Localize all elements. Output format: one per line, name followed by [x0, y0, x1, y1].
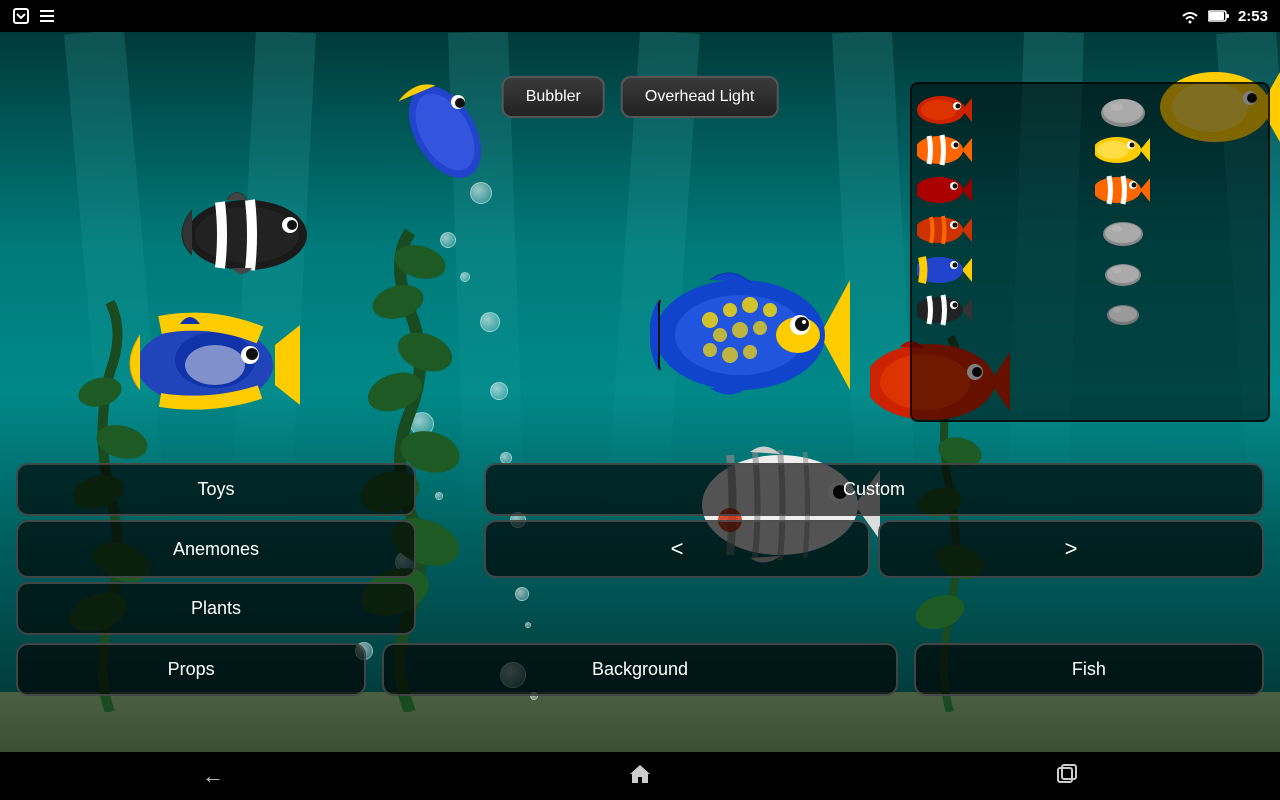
time-display: 2:53 — [1238, 8, 1268, 25]
fish-tropical-large — [650, 260, 850, 410]
fish-option-blue-yellow[interactable] — [917, 252, 972, 288]
fish-option-dark-red[interactable] — [917, 172, 972, 208]
menu-row-3: Plants — [16, 582, 1264, 635]
menu-row-bottom: Props Background Fish — [16, 643, 1264, 696]
bubbler-button[interactable]: Bubbler — [502, 76, 605, 118]
toys-button[interactable]: Toys — [16, 463, 416, 516]
nav-bar: ← — [0, 752, 1280, 800]
bottom-menu: Toys Custom Anemones < > Plants Props Ba… — [0, 484, 1280, 704]
fish-option-stone4[interactable] — [1095, 292, 1150, 328]
fish-option-stone1[interactable] — [1095, 92, 1150, 128]
background-button[interactable]: Background — [382, 643, 897, 696]
wifi-icon — [1180, 8, 1200, 24]
fish-option-stone2[interactable] — [1095, 212, 1150, 248]
fish-option-red-tropical[interactable] — [917, 92, 972, 128]
aquarium-background: Bubbler Overhead Light Toys Custom Anemo… — [0, 32, 1280, 752]
overhead-light-button[interactable]: Overhead Light — [621, 76, 778, 118]
anemones-button[interactable]: Anemones — [16, 520, 416, 578]
fish-clownfish-main — [172, 180, 332, 280]
props-button[interactable]: Props — [16, 643, 366, 696]
menu-row-2: Anemones < > — [16, 520, 1264, 578]
top-buttons: Bubbler Overhead Light — [502, 76, 779, 118]
battery-icon — [1208, 9, 1230, 23]
fish-button[interactable]: Fish — [914, 643, 1264, 696]
notification-icon — [12, 7, 30, 25]
fish-clownfish-top — [380, 72, 510, 192]
menu-icon — [38, 7, 56, 25]
recents-icon — [1056, 763, 1078, 785]
fish-option-stone3[interactable] — [1095, 252, 1150, 288]
fish-option-yellow-panel[interactable] — [1095, 132, 1150, 168]
fish-list-left — [912, 84, 977, 420]
status-bar: 2:53 — [0, 0, 1280, 32]
custom-button[interactable]: Custom — [484, 463, 1264, 516]
home-icon — [628, 763, 652, 785]
prev-button[interactable]: < — [484, 520, 870, 578]
fish-option-black-white[interactable] — [917, 292, 972, 328]
fish-option-red-stripe[interactable] — [917, 212, 972, 248]
plants-button[interactable]: Plants — [16, 582, 416, 635]
fish-option-orange-panel[interactable] — [1095, 172, 1150, 208]
status-bar-left — [12, 7, 56, 25]
back-button[interactable]: ← — [178, 755, 248, 797]
status-bar-right: 2:53 — [1180, 8, 1268, 25]
fish-panel — [910, 82, 1270, 422]
fish-option-clownfish[interactable] — [917, 132, 972, 168]
home-button[interactable] — [604, 755, 676, 798]
fish-list-right — [977, 84, 1268, 420]
fish-blue-yellow-main — [120, 310, 300, 420]
menu-row-1: Toys Custom — [16, 463, 1264, 516]
recents-button[interactable] — [1032, 755, 1102, 798]
next-button[interactable]: > — [878, 520, 1264, 578]
